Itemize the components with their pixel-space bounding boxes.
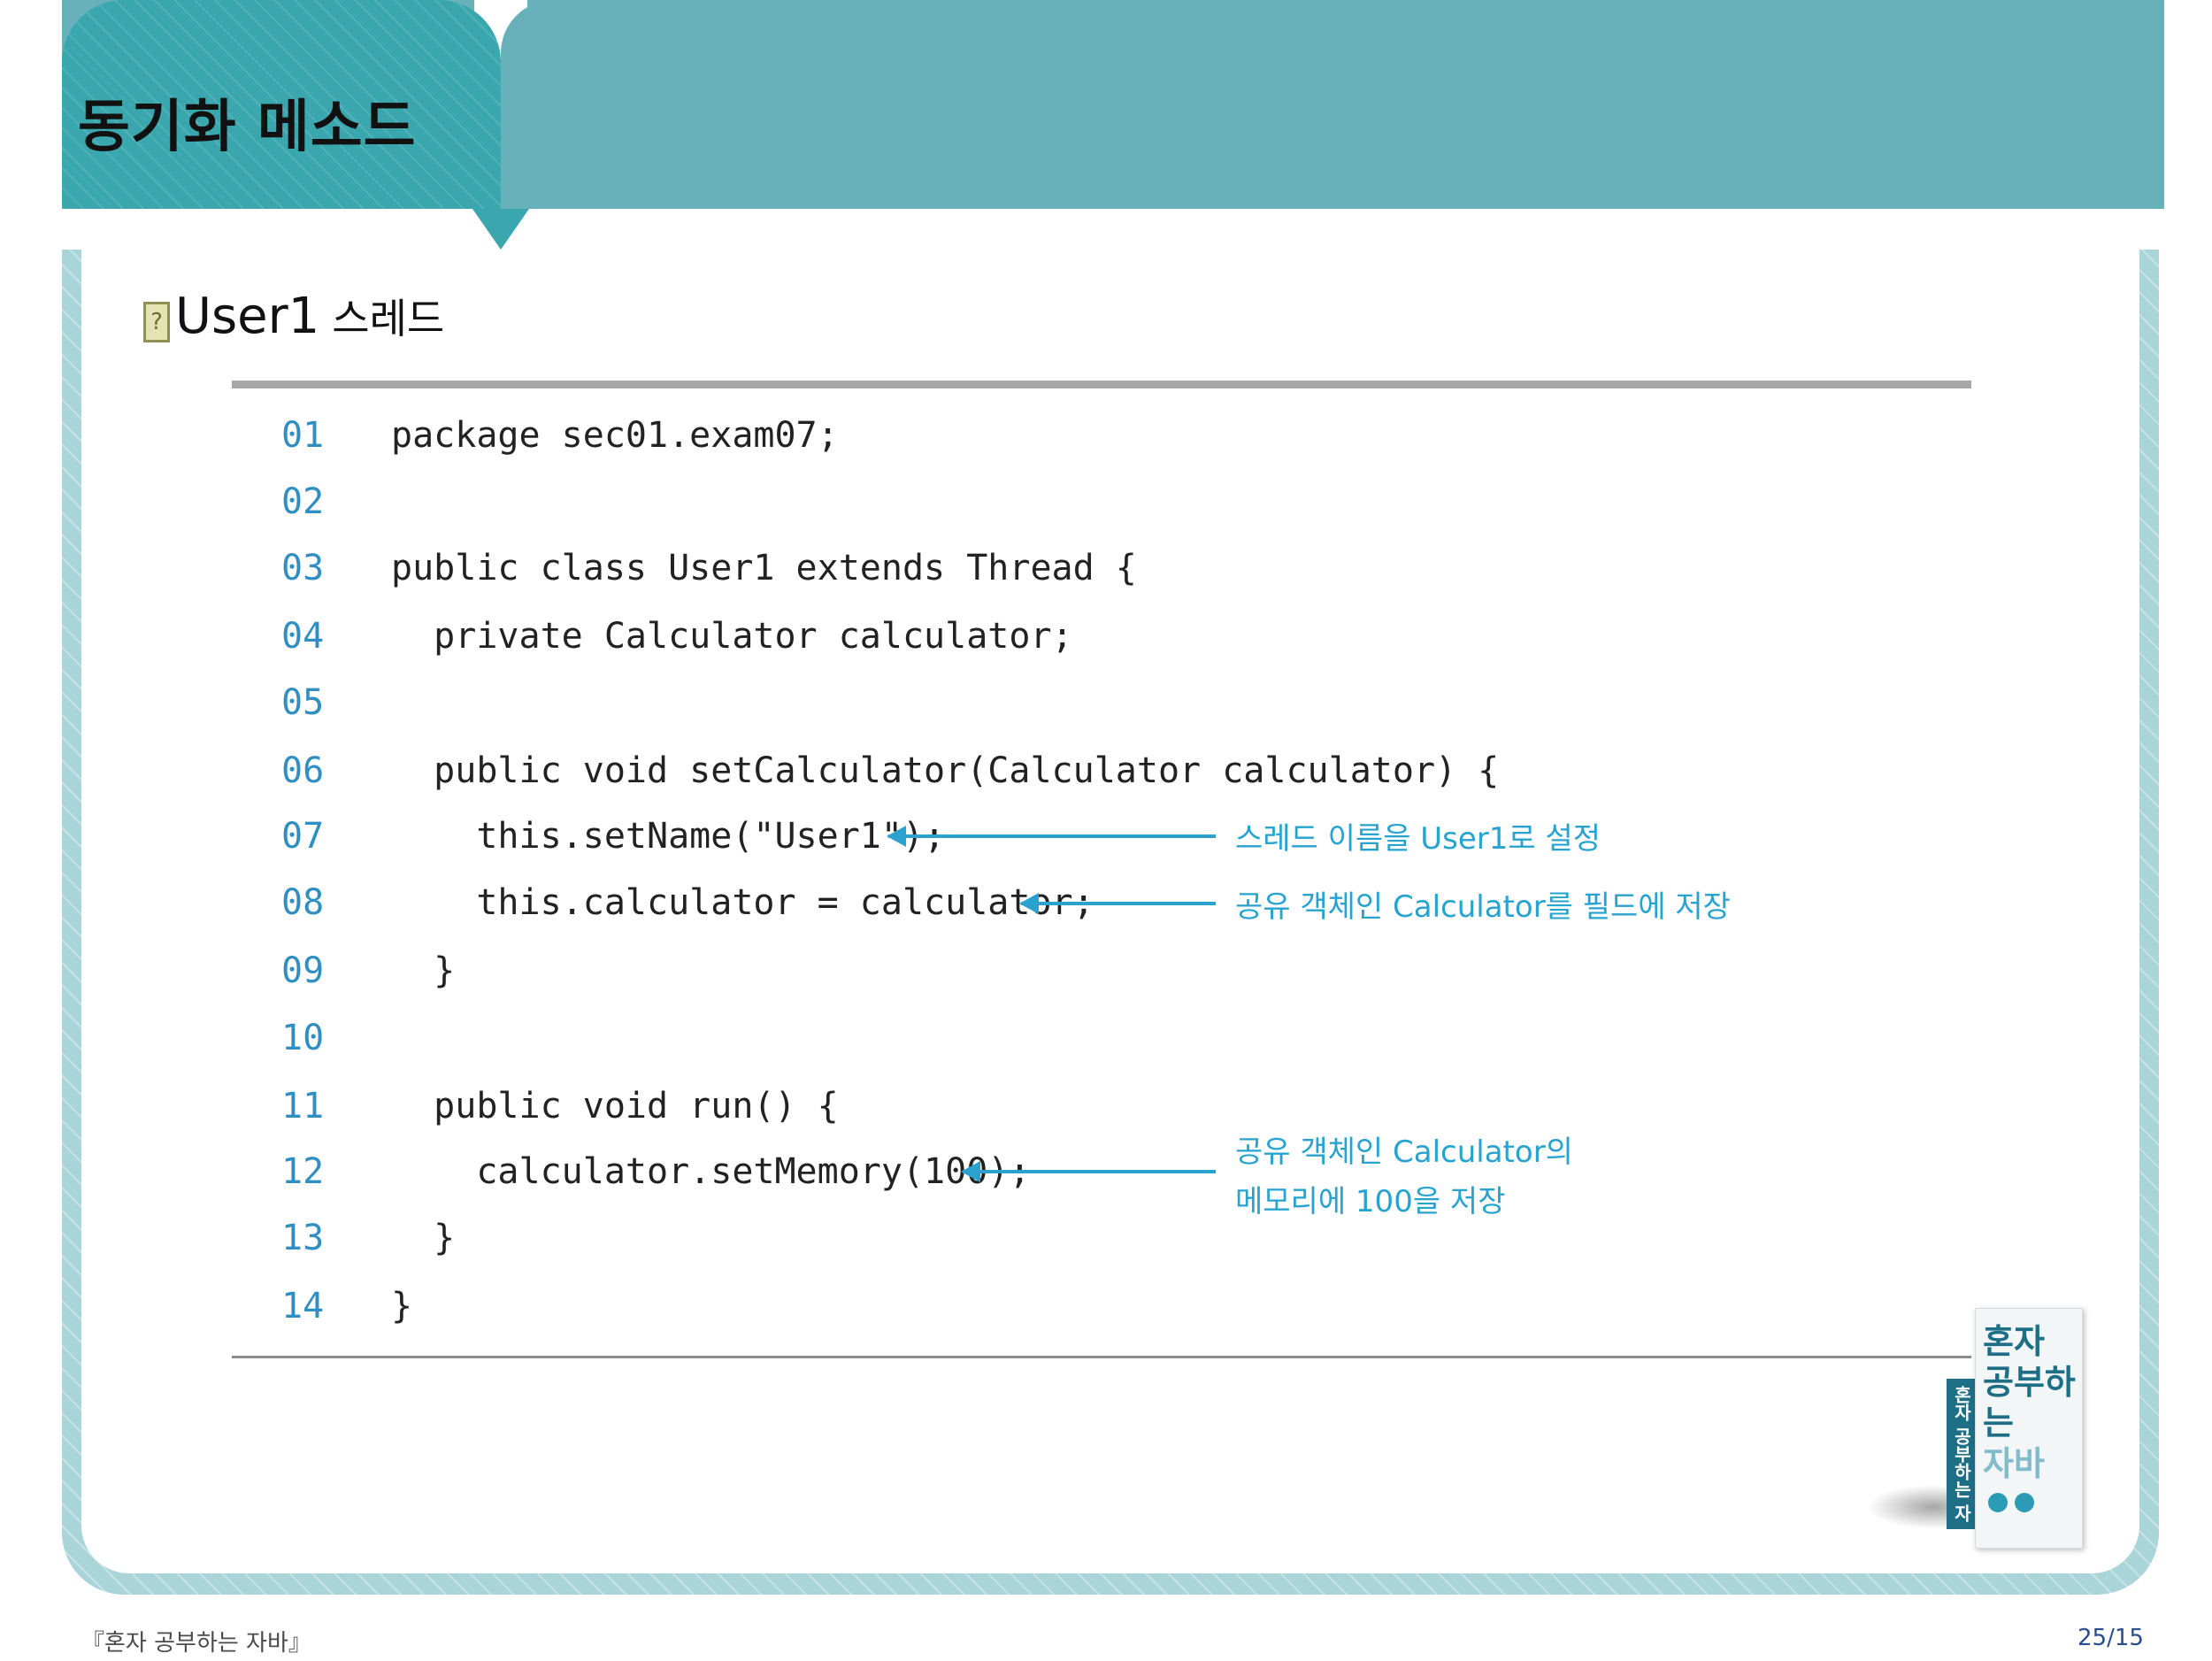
book-spine: 혼자 공부하는 자바: [1925, 1379, 1975, 1529]
code-text: public class User1 extends Thread {: [391, 548, 1137, 588]
line-number: 10: [281, 1018, 325, 1058]
subtitle-korean: 스레드: [332, 295, 445, 342]
code-text: public void run() {: [391, 1086, 839, 1127]
book-title-line-1: 혼자: [1983, 1322, 2045, 1361]
code-block-bottom-rule: [232, 1356, 1971, 1358]
line-number: 05: [281, 682, 325, 723]
code-text: }: [391, 1286, 413, 1326]
arrow-left-icon: [961, 1161, 1216, 1182]
slide-subtitle: ? User1 스레드: [143, 285, 444, 347]
annotation-line-07: 스레드 이름을 User1로 설정: [1235, 821, 1601, 857]
title-tab-notch: [472, 209, 529, 250]
subtitle-main: User1: [175, 287, 320, 345]
page-title: 동기화 메소드: [78, 95, 417, 160]
line-number: 06: [281, 750, 325, 791]
code-text: this.calculator = calculator;: [391, 882, 1094, 923]
arrow-left-icon: [1019, 893, 1216, 914]
book-title-line-3: 자바: [1983, 1444, 2045, 1483]
line-number: 04: [281, 616, 325, 657]
book-title-line-2: 공부하는: [1983, 1363, 2076, 1442]
code-block-top-rule: [232, 381, 1971, 388]
page-number: 25/15: [2078, 1625, 2144, 1651]
code-text: }: [391, 1218, 456, 1258]
code-text: package sec01.exam07;: [391, 415, 839, 456]
annotation-line-12-b: 메모리에 100을 저장: [1235, 1184, 1506, 1219]
line-number: 11: [281, 1086, 325, 1127]
line-number: 01: [281, 415, 325, 456]
line-number: 02: [281, 481, 325, 522]
header-right-band: [501, 0, 2164, 209]
code-text: private Calculator calculator;: [391, 616, 1073, 657]
code-text: public void setCalculator(Calculator cal…: [391, 750, 1500, 791]
badge-icon: [2015, 1493, 2034, 1512]
annotation-line-12-a: 공유 객체인 Calculator의: [1235, 1134, 1573, 1170]
line-number: 14: [281, 1286, 325, 1326]
arrow-left-icon: [887, 826, 1216, 847]
line-number: 13: [281, 1218, 325, 1258]
code-text: this.setName("User1");: [391, 816, 946, 857]
line-number: 12: [281, 1151, 325, 1192]
book-badges: [1988, 1493, 2034, 1512]
code-text: calculator.setMemory(100);: [391, 1151, 1031, 1192]
line-number: 07: [281, 816, 325, 857]
book-title: 혼자 공부하는 자바: [1983, 1321, 2080, 1484]
book-front: 혼자 공부하는 자바: [1975, 1308, 2083, 1549]
line-number: 09: [281, 950, 325, 991]
book-cover-image: 혼자 공부하는 자바 혼자 공부하는 자바: [1867, 1308, 2088, 1549]
question-box-icon: ?: [143, 302, 170, 342]
code-text: }: [391, 950, 456, 991]
line-number: 03: [281, 548, 325, 588]
content-panel: [81, 250, 2139, 1573]
line-number: 08: [281, 882, 325, 923]
badge-icon: [1988, 1493, 2008, 1512]
annotation-line-08: 공유 객체인 Calculator를 필드에 저장: [1235, 889, 1731, 925]
footer-book-title: 『혼자 공부하는 자바』: [81, 1630, 311, 1657]
